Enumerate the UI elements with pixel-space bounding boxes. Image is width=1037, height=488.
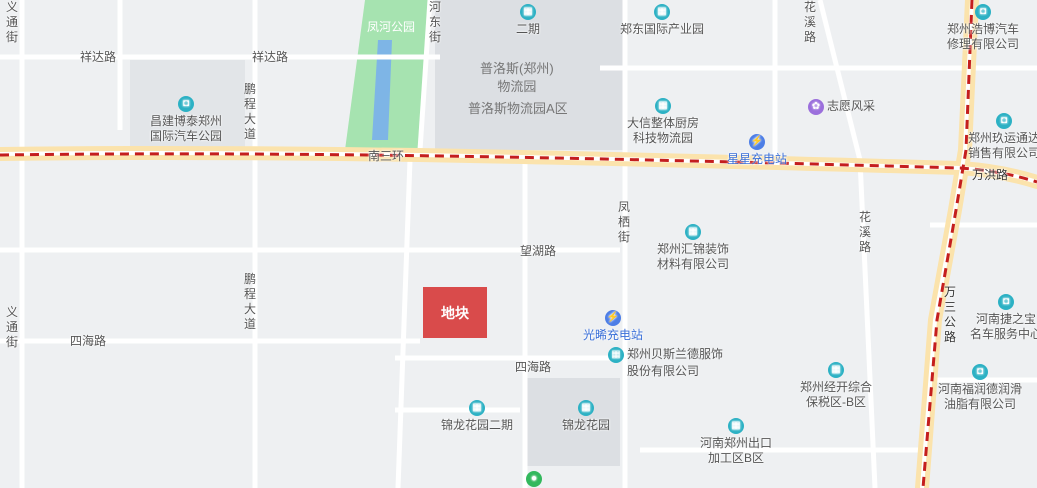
charging-station-icon: ⚡ (749, 134, 765, 150)
poi-runhua[interactable]: ◘ 河南福润德润滑 油脂有限公司 (938, 363, 1022, 412)
poi-haobo[interactable]: ◘ 郑州浩博汽车 修理有限公司 (947, 3, 1019, 52)
poi-jiezhibao[interactable]: ◘ 河南捷之宝 名车服务中心 (970, 293, 1037, 342)
car-icon: ◘ (975, 4, 991, 20)
area-label-puluosi-line2: 物流园 (497, 79, 537, 94)
road-label-wanhong: 万洪路 (972, 168, 1009, 182)
poi-guangxi[interactable]: ⚡ 光晞充电站 (583, 309, 643, 343)
road-label-pengcheng-south: 鹏程大道 (243, 272, 256, 331)
poi-besi[interactable]: ▦ 郑州贝斯兰德服饰 股份有限公司 (608, 346, 723, 379)
poi-daxin[interactable]: ▦ 大信整体厨房 科技物流园 (627, 97, 699, 146)
area-label-puluosi-line1: 普洛斯(郑州) (480, 61, 554, 76)
building-icon: ▦ (728, 418, 744, 434)
location-icon: ● (526, 471, 542, 487)
road-label-xiangda-west: 祥达路 (80, 50, 117, 64)
road-label-sihai-east: 四海路 (515, 360, 552, 374)
poi-zhengdong[interactable]: ▦ 郑东国际产业园 (620, 3, 704, 37)
building-icon: ▦ (520, 4, 536, 20)
parcel-marker[interactable]: 地块 (423, 287, 487, 338)
park-label-fenghe: 凤河公园 (367, 20, 416, 34)
road-label-huaxi-north: 花溪路 (803, 0, 816, 44)
road-label-yitong-north: 义通街 (5, 0, 18, 44)
map-canvas[interactable]: 祥达路 祥达路 南三环 望湖路 四海路 四海路 万洪路 义通街 义通街 鹏程大道… (0, 0, 1037, 488)
car-icon: ◘ (972, 364, 988, 380)
poi-xingxing[interactable]: ⚡ 星星充电站 (727, 133, 787, 167)
poi-jinlong2[interactable]: ▦ 锦龙花园二期 (441, 399, 513, 433)
building-icon: ▦ (578, 400, 594, 416)
area-label-puluosi: 普洛斯(郑州) 物流园 (480, 60, 554, 96)
building-icon: ▦ (655, 98, 671, 114)
road-label-fengqi: 凤栖街 (617, 200, 630, 244)
poi-chukou[interactable]: ▦ 河南郑州出口 加工区B区 (700, 417, 772, 466)
poi-huijin[interactable]: ▦ 郑州汇锦装饰 材料有限公司 (657, 223, 729, 272)
building-icon: ▦ (685, 224, 701, 240)
car-icon: ◘ (178, 96, 194, 112)
road-label-wangong: 万三公路 (943, 285, 956, 344)
building-icon: ▦ (654, 4, 670, 20)
poi-erqi[interactable]: ▦ 二期 (516, 3, 540, 37)
building-icon: ▦ (469, 400, 485, 416)
road-label-sihai-west: 四海路 (70, 334, 107, 348)
road-label-huaxi-south: 花溪路 (858, 210, 871, 254)
car-icon: ◘ (998, 294, 1014, 310)
road-label-hedong: 河东街 (428, 0, 441, 44)
road-label-pengcheng-north: 鹏程大道 (243, 82, 256, 141)
poi-baoshui[interactable]: ▦ 郑州经开综合 保税区-B区 (800, 361, 872, 410)
building-icon: ▦ (608, 346, 624, 363)
poi-changjian[interactable]: ◘ 昌建博泰郑州 国际汽车公园 (150, 95, 222, 144)
road-label-xiangda: 祥达路 (252, 50, 289, 64)
road-label-wanghu: 望湖路 (520, 244, 557, 258)
charging-station-icon: ⚡ (605, 310, 621, 326)
poi-jiuyun[interactable]: ◘ 郑州玖运通达 销售有限公司 (968, 112, 1037, 161)
building-icon: ▦ (828, 362, 844, 378)
poi-jinlong[interactable]: ▦ 锦龙花园 (562, 399, 610, 433)
road-label-nansanhuan: 南三环 (368, 149, 405, 163)
flower-icon: ✿ (808, 98, 824, 115)
car-icon: ◘ (996, 113, 1012, 129)
poi-zhiyuan[interactable]: ✿ 志愿风采 (808, 98, 875, 115)
area-label-puluosi-a: 普洛斯物流园A区 (468, 101, 568, 116)
poi-green-bottom[interactable]: ● (526, 470, 542, 487)
road-label-yitong-south: 义通街 (5, 305, 18, 349)
